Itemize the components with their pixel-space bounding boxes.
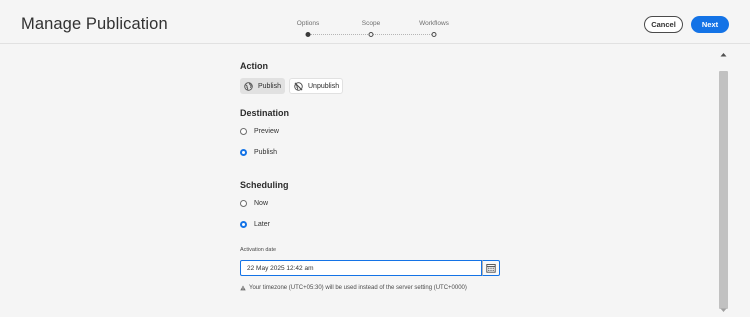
cancel-button[interactable]: Cancel [644,16,683,33]
globe-icon [244,81,253,91]
scheduling-heading: Scheduling [240,180,289,190]
globe-off-icon [294,81,303,91]
radio-button[interactable] [240,200,247,207]
activation-date-label: Activation date [240,247,277,253]
calendar-button[interactable] [482,260,500,276]
vertical-scrollbar[interactable] [719,52,728,314]
scroll-up-icon[interactable] [720,52,727,57]
publish-action-button[interactable]: Publish [240,78,285,94]
radio-button[interactable] [240,128,247,135]
page-title: Manage Publication [21,15,168,33]
step-connector [310,34,370,35]
scrollbar-thumb[interactable] [719,71,728,309]
radio-label: Preview [254,128,279,135]
step-connector [373,34,434,35]
stepper: Options Scope Workflows [290,20,450,40]
step-dot-options[interactable] [305,32,311,37]
timezone-note: Your timezone (UTC+05:30) will be used i… [240,285,467,291]
scroll-down-icon[interactable] [720,308,727,313]
destination-publish-option[interactable]: Publish [240,149,277,156]
publish-action-label: Publish [258,82,281,90]
scheduling-later-option[interactable]: Later [240,221,270,228]
scheduling-now-option[interactable]: Now [240,200,268,207]
next-button[interactable]: Next [691,16,729,33]
destination-heading: Destination [240,108,290,118]
step-dot-scope[interactable] [368,32,374,37]
radio-label: Now [254,200,269,207]
header: Manage Publication Options Scope Workflo… [0,0,750,44]
step-label-workflows: Workflows [419,20,449,27]
timezone-note-text: Your timezone (UTC+05:30) will be used i… [249,285,467,291]
destination-preview-option[interactable]: Preview [240,128,279,135]
activation-date-input[interactable]: 22 May 2025 12:42 am [240,260,482,276]
step-label-scope: Scope [361,20,381,27]
step-dot-workflows[interactable] [431,32,437,37]
alert-icon [240,285,246,291]
radio-label: Later [254,221,270,228]
options-panel: Action Publish Unpublish Destination Pre… [240,44,560,317]
unpublish-action-button[interactable]: Unpublish [289,78,343,94]
radio-button[interactable] [240,221,247,228]
unpublish-action-label: Unpublish [308,82,340,90]
radio-label: Publish [254,149,277,156]
step-label-options: Options [296,20,320,27]
radio-button[interactable] [240,149,247,156]
action-heading: Action [240,61,268,71]
calendar-icon [486,264,496,273]
